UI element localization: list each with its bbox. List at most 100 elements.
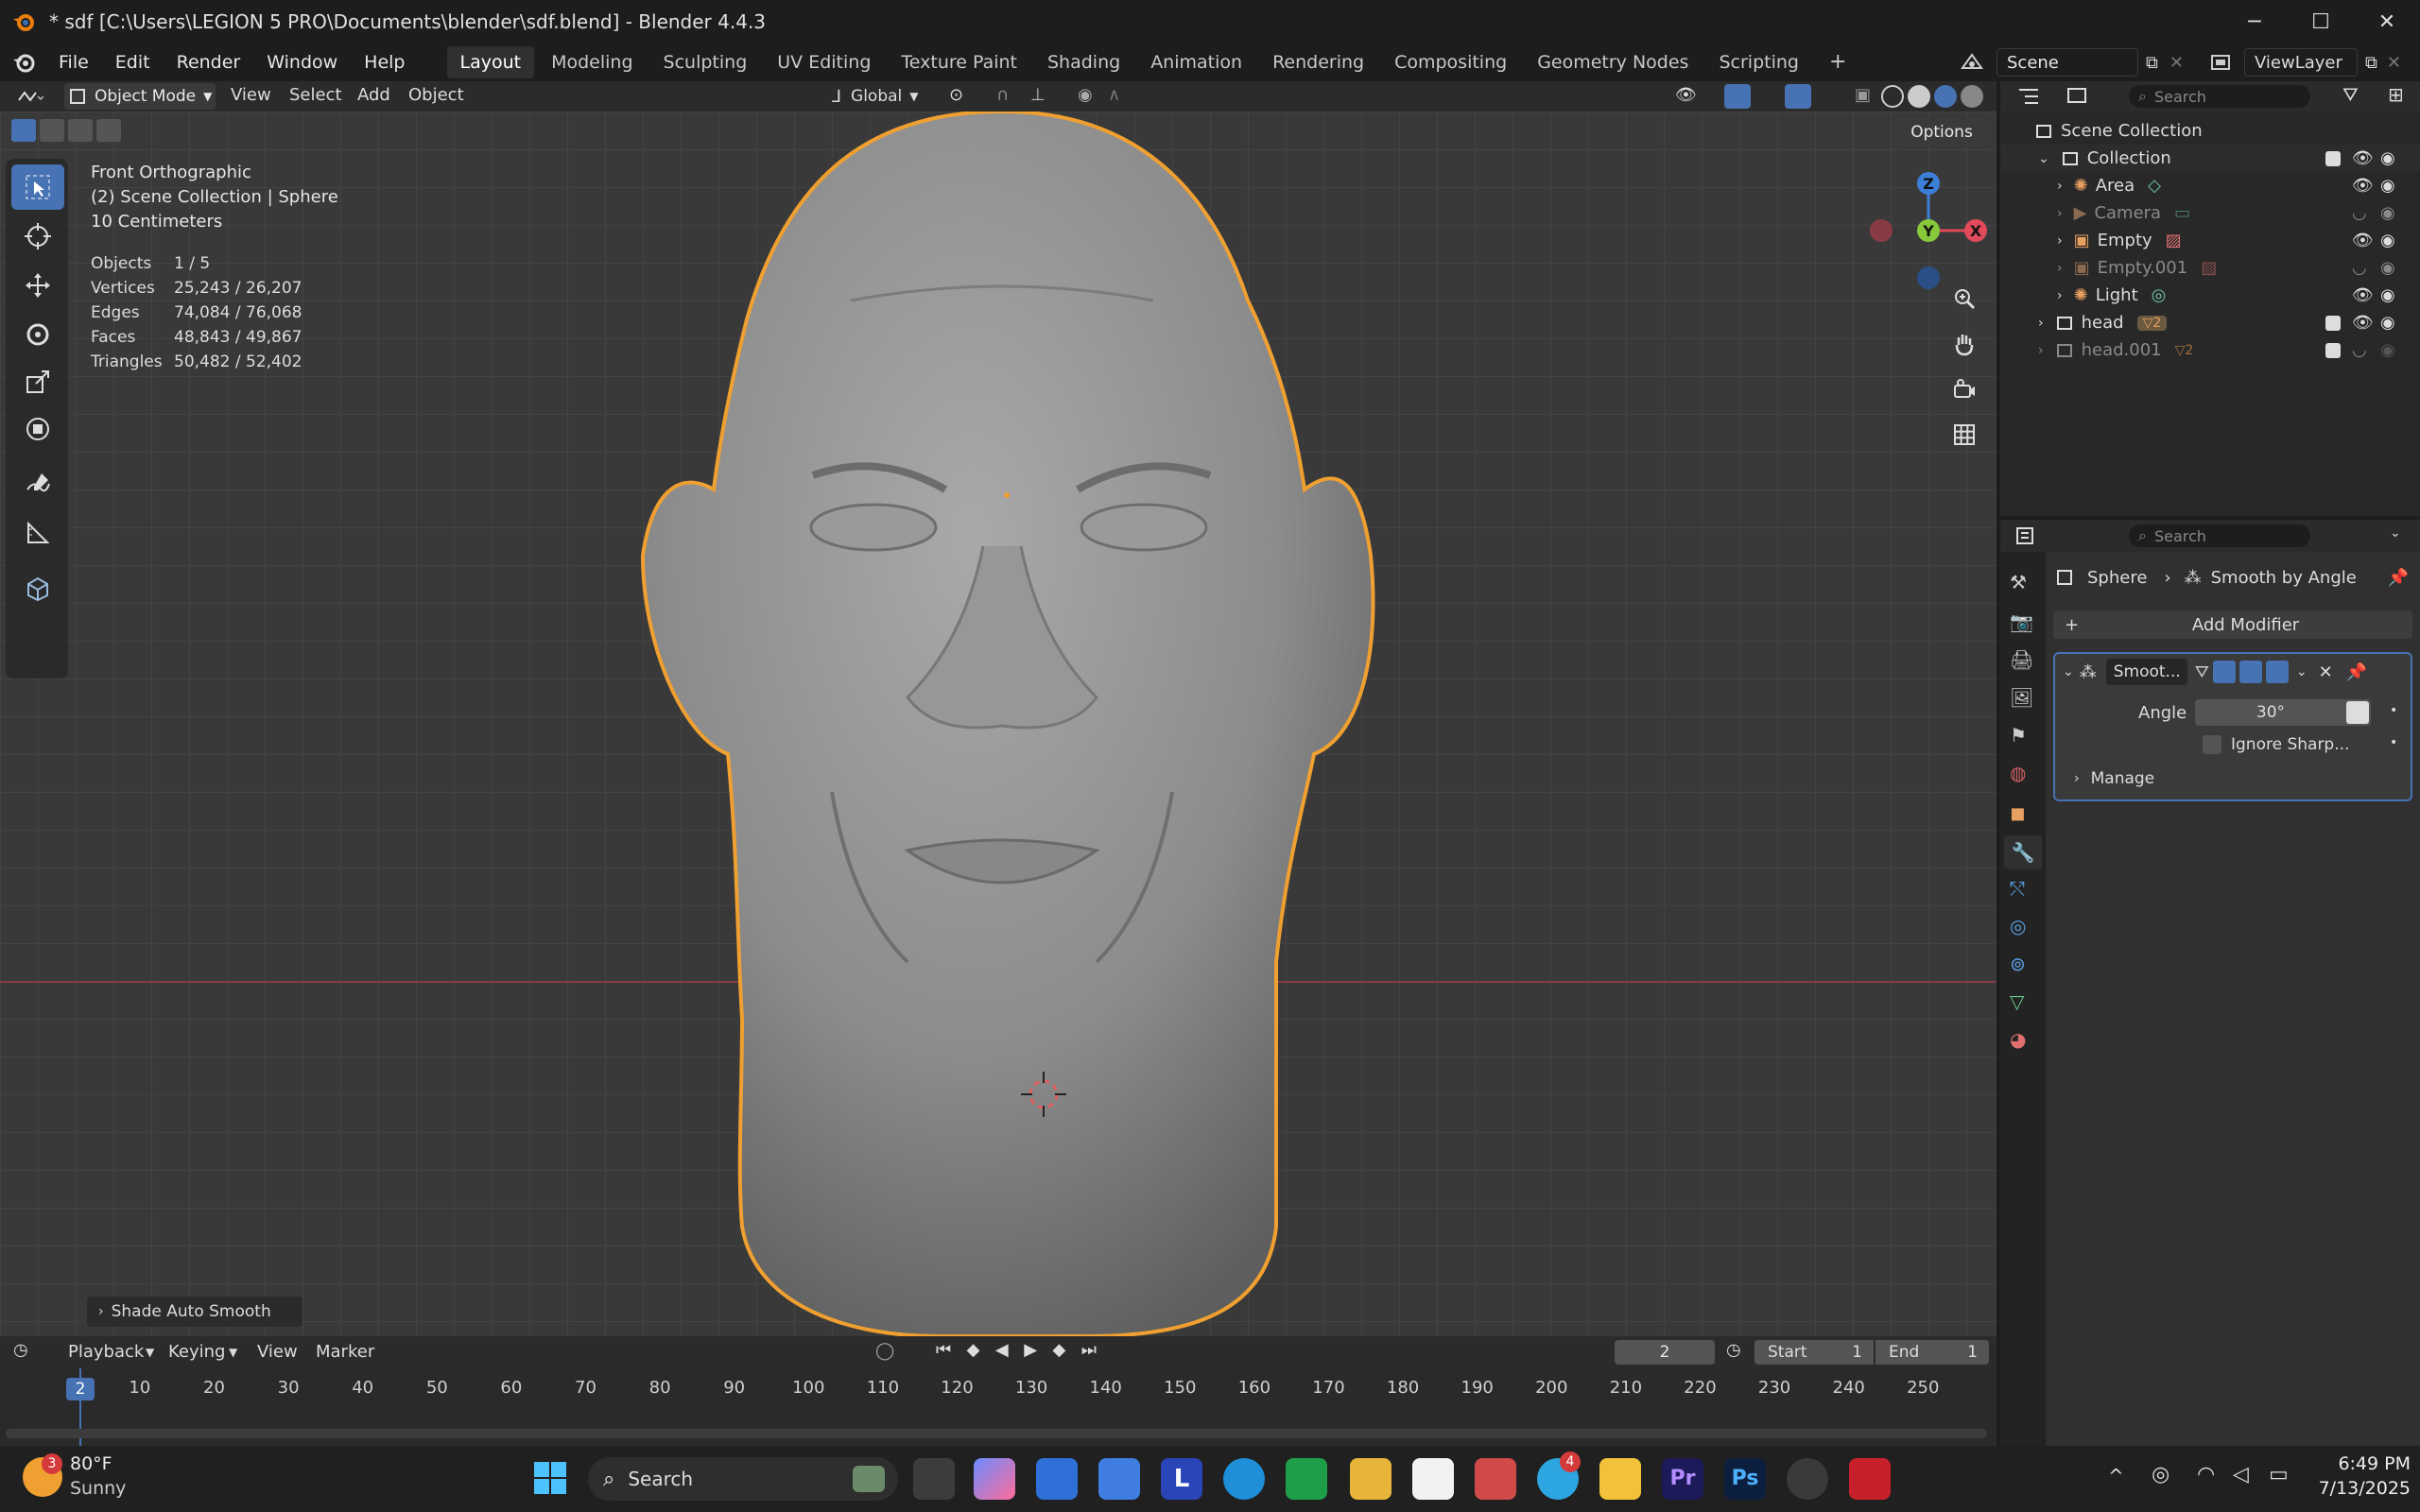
delete-view-layer-icon[interactable]: ✕ xyxy=(2387,53,2401,73)
jump-keyframe-forward-icon[interactable]: ◆ xyxy=(1052,1340,1065,1365)
workspace-tab-animation[interactable]: Animation xyxy=(1137,46,1255,78)
properties-search-input[interactable]: ⌕ Search xyxy=(2129,524,2310,547)
head-sculpt-model[interactable] xyxy=(624,112,1380,1336)
jump-start-icon[interactable]: ⏮ xyxy=(936,1340,951,1365)
chevron-right-icon[interactable]: › xyxy=(2038,343,2044,358)
end-frame-field[interactable]: End 1 xyxy=(1876,1340,1989,1365)
maximize-button[interactable]: ☐ xyxy=(2288,0,2354,43)
camera-render-icon[interactable]: ◉ xyxy=(2380,148,2395,168)
keyframe-dot-icon[interactable]: • xyxy=(2390,735,2397,750)
playhead-frame-indicator[interactable]: 2 xyxy=(66,1378,95,1400)
tab-particles-icon[interactable]: ⤲ xyxy=(2010,877,2025,900)
eye-icon[interactable]: 👁 xyxy=(2352,231,2374,250)
viewport-menu-object[interactable]: Object xyxy=(408,85,464,105)
viewport-menu-add[interactable]: Add xyxy=(357,85,390,105)
move-tool[interactable] xyxy=(11,263,64,308)
tab-object-icon[interactable]: ◼ xyxy=(2010,801,2026,824)
chevron-right-icon[interactable]: › xyxy=(2057,288,2063,303)
tab-material-icon[interactable]: ◕ xyxy=(2010,1028,2026,1051)
gizmo-toggle-button[interactable] xyxy=(1724,84,1751,109)
green-app-icon[interactable] xyxy=(1286,1458,1327,1500)
transform-orientation-selector[interactable]: ⅃ Global ▼ xyxy=(832,83,936,110)
current-frame-field[interactable]: 2 xyxy=(1615,1340,1715,1365)
tree-row-light[interactable]: › ✺ Light ◎ 👁 ◉ xyxy=(2000,282,2420,309)
blender-taskbar-icon[interactable] xyxy=(1787,1458,1828,1500)
camera-render-icon[interactable]: ◉ xyxy=(2380,313,2395,333)
workspace-tab-scripting[interactable]: Scripting xyxy=(1705,46,1812,78)
view-layer-name-field[interactable]: ViewLayer xyxy=(2244,48,2358,77)
angle-field[interactable]: 30° xyxy=(2195,699,2371,726)
workspace-tab-compositing[interactable]: Compositing xyxy=(1381,46,1520,78)
select-subtract-icon[interactable] xyxy=(68,119,93,142)
mode-selector[interactable]: Object Mode ▼ xyxy=(64,83,216,110)
chevron-down-icon[interactable]: ⌄ xyxy=(2063,664,2074,679)
measure-tool[interactable] xyxy=(11,510,64,556)
timeline-menu-view[interactable]: View xyxy=(257,1342,298,1362)
eye-hidden-icon[interactable]: ◡ xyxy=(2352,203,2367,223)
menu-edit[interactable]: Edit xyxy=(102,43,164,81)
editor-type-icon[interactable] xyxy=(15,85,43,108)
tab-tool-icon[interactable]: ⚒ xyxy=(2010,571,2027,593)
menu-file[interactable]: File xyxy=(45,43,102,81)
render-toggle-icon[interactable] xyxy=(2265,661,2289,683)
play-icon[interactable]: ▶ xyxy=(1024,1340,1037,1365)
camera-render-icon[interactable]: ◉ xyxy=(2380,203,2395,223)
notepad-icon[interactable] xyxy=(1599,1458,1641,1500)
ortho-grid-icon[interactable] xyxy=(1945,416,1983,454)
eye-hidden-icon[interactable]: ◡ xyxy=(2352,258,2367,278)
premiere-pro-icon[interactable]: Pr xyxy=(1662,1458,1703,1500)
tree-row-empty-001[interactable]: › ▣ Empty.001 ▨ ◡ ◉ xyxy=(2000,254,2420,282)
chevron-down-icon[interactable]: ⌄ xyxy=(2296,664,2308,679)
menu-window[interactable]: Window xyxy=(253,43,351,81)
weather-description[interactable]: Sunny xyxy=(70,1478,126,1499)
clock-date[interactable]: 7/13/2025 xyxy=(2297,1478,2411,1499)
select-box-tool[interactable] xyxy=(11,164,64,210)
tab-data-icon[interactable]: ▽ xyxy=(2010,990,2024,1013)
remove-modifier-icon[interactable]: ✕ xyxy=(2319,662,2333,682)
options-dropdown[interactable]: Options xyxy=(1894,119,1989,146)
filter-icon[interactable]: ⛛ xyxy=(2342,83,2359,106)
add-cube-tool[interactable] xyxy=(11,565,64,610)
tree-row-head-001[interactable]: › head.001 ▽2 ◡ ◉ xyxy=(2000,336,2420,364)
tree-row-collection[interactable]: ⌄ Collection 👁 ◉ xyxy=(2000,145,2420,172)
transform-tool[interactable] xyxy=(11,406,64,452)
tab-render-icon[interactable]: 📷 xyxy=(2010,610,2033,633)
l-app-icon[interactable]: L xyxy=(1161,1458,1202,1500)
tab-view-layer-icon[interactable]: 🖼 xyxy=(2010,686,2033,709)
chevron-up-icon[interactable]: ^ xyxy=(2108,1465,2124,1487)
jump-end-icon[interactable]: ⏭ xyxy=(1081,1340,1097,1365)
tab-output-icon[interactable]: 🖨 xyxy=(2010,648,2033,671)
viewport-display-toggle-icon[interactable] xyxy=(2238,661,2262,683)
mcafee-icon[interactable] xyxy=(1849,1458,1891,1500)
tab-physics-icon[interactable]: ◎ xyxy=(2010,915,2026,937)
pin-icon[interactable]: 📌 xyxy=(2346,662,2367,682)
timeline-scrollbar[interactable] xyxy=(6,1429,1987,1438)
eye-hidden-icon[interactable]: ◡ xyxy=(2352,340,2367,360)
snap-target-icon[interactable]: ⊥ xyxy=(1030,85,1046,105)
file-explorer-icon[interactable] xyxy=(1350,1458,1392,1500)
copy-view-layer-icon[interactable]: ⧉ xyxy=(2365,53,2377,73)
chevron-right-icon[interactable]: › xyxy=(2057,261,2063,276)
workspace-tab-shading[interactable]: Shading xyxy=(1034,46,1133,78)
camera-render-icon[interactable]: ◉ xyxy=(2380,285,2395,305)
falloff-icon[interactable]: ∧ xyxy=(1108,85,1120,105)
chevron-down-icon[interactable]: ⌄ xyxy=(2038,151,2049,166)
workspace-tab-modeling[interactable]: Modeling xyxy=(538,46,646,78)
tree-row-area[interactable]: › ✺ Area ◇ 👁 ◉ xyxy=(2000,172,2420,199)
timeline-menu-playback[interactable]: Playback xyxy=(68,1342,144,1362)
camera-render-icon[interactable]: ◉ xyxy=(2380,340,2395,360)
modifier-name-field[interactable]: Smoot... xyxy=(2105,659,2187,685)
menu-help[interactable]: Help xyxy=(351,43,418,81)
tab-constraints-icon[interactable]: ⊚ xyxy=(2010,953,2026,975)
task-view-icon[interactable] xyxy=(913,1458,955,1500)
eye-icon[interactable]: 👁 xyxy=(2352,176,2374,196)
exclude-checkbox[interactable] xyxy=(2325,342,2341,358)
workspace-tab-geometry-nodes[interactable]: Geometry Nodes xyxy=(1524,46,1702,78)
rendered-shading-icon[interactable] xyxy=(1961,85,1983,108)
edit-mode-toggle-icon[interactable]: ⛛ xyxy=(2195,662,2209,682)
viewport-menu-select[interactable]: Select xyxy=(289,85,342,105)
chevron-right-icon[interactable]: › xyxy=(2057,206,2063,221)
photoshop-icon[interactable]: Ps xyxy=(1724,1458,1766,1500)
play-reverse-icon[interactable]: ◀ xyxy=(995,1340,1009,1365)
visibility-icon[interactable]: 👁 xyxy=(1675,85,1697,105)
